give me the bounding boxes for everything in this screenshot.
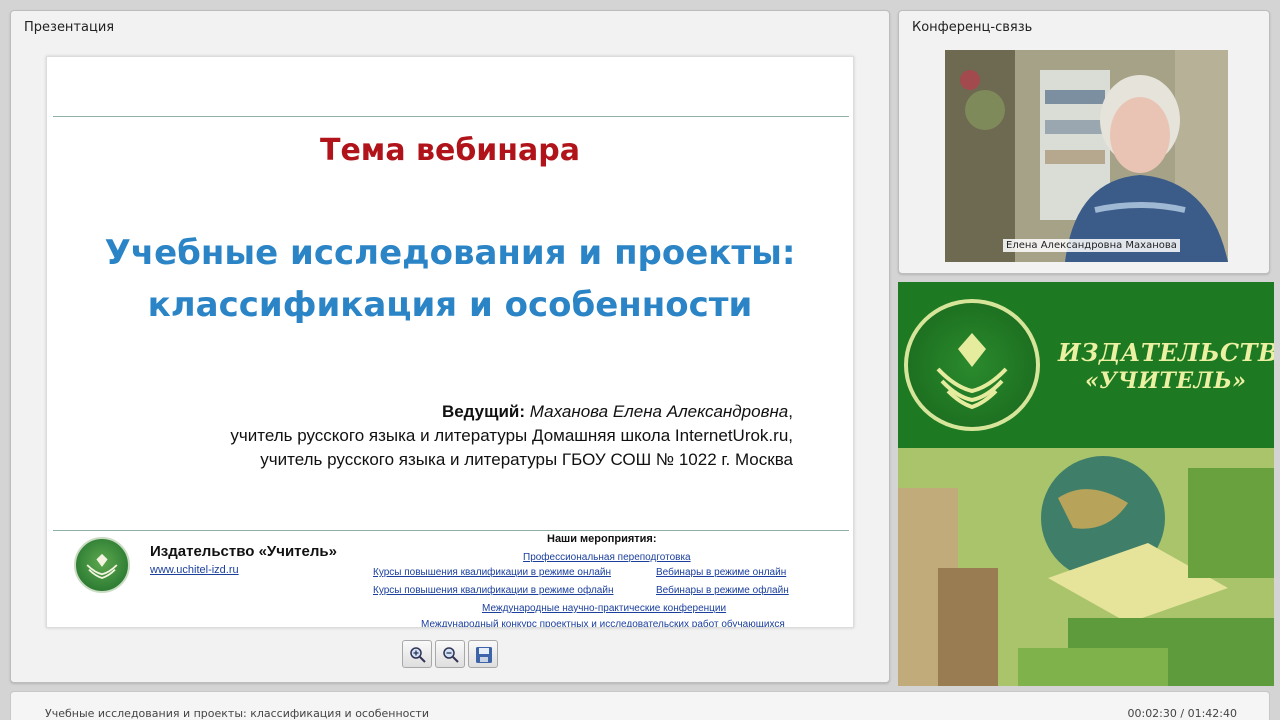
event-link-courses-offline[interactable]: Курсы повышения квалификации в режиме оф… xyxy=(373,585,613,596)
books-globe-image xyxy=(898,448,1274,686)
banner-books-image xyxy=(898,448,1274,686)
event-link-conferences[interactable]: Международные научно-практические конфер… xyxy=(482,603,726,614)
save-button[interactable] xyxy=(468,640,498,668)
zoom-in-icon xyxy=(410,647,426,663)
status-bar: Учебные исследования и проекты: классифи… xyxy=(10,691,1270,720)
banner-title-line-1: ИЗДАТЕЛЬСТВО xyxy=(1058,338,1274,367)
slide-subtitle-line-1: Учебные исследования и проекты: xyxy=(104,233,796,273)
host-name: Маханова Елена Александровна xyxy=(529,402,789,421)
zoom-in-button[interactable] xyxy=(402,640,432,668)
slide-subtitle-line-2: классификация и особенности xyxy=(147,285,753,325)
save-icon xyxy=(476,647,492,663)
zoom-out-button[interactable] xyxy=(435,640,465,668)
slide-host-info: Ведущий: Маханова Елена Александровна, у… xyxy=(230,400,793,472)
footer-site-link[interactable]: www.uchitel-izd.ru xyxy=(150,564,239,576)
open-book-icon xyxy=(86,553,118,579)
zoom-out-icon xyxy=(443,647,459,663)
event-link-webinars-offline[interactable]: Вебинары в режиме офлайн xyxy=(656,585,789,596)
host-label: Ведущий: xyxy=(441,402,526,421)
presentation-panel-title: Презентация xyxy=(24,20,115,35)
presentation-panel: Презентация Тема вебинара Учебные исслед… xyxy=(10,10,890,683)
conference-panel-title: Конференц-связь xyxy=(912,20,1033,35)
events-heading: Наши мероприятия: xyxy=(547,533,657,545)
webinar-title: Учебные исследования и проекты: классифи… xyxy=(45,707,429,720)
webcam-video: Елена Александровна Маханова xyxy=(945,50,1228,262)
banner-logo-emblem xyxy=(904,299,1040,431)
host-position-1: учитель русского языка и литературы Дома… xyxy=(230,426,793,445)
publisher-logo xyxy=(74,537,130,593)
slide-top-rule xyxy=(53,116,849,117)
event-link-retraining[interactable]: Профессиональная переподготовка xyxy=(523,552,691,563)
slide-title: Тема вебинара xyxy=(319,133,580,168)
event-link-webinars-online[interactable]: Вебинары в режиме онлайн xyxy=(656,567,786,578)
event-link-courses-online[interactable]: Курсы повышения квалификации в режиме он… xyxy=(373,567,611,578)
open-book-icon xyxy=(936,333,1008,410)
slide-bottom-rule xyxy=(53,530,849,531)
conference-panel: Конференц-связь Елена Александровна Маха… xyxy=(898,10,1270,274)
presentation-slide: Тема вебинара Учебные исследования и про… xyxy=(46,56,854,628)
banner-logo-area: ИЗДАТЕЛЬСТВО «УЧИТЕЛЬ» xyxy=(898,282,1274,448)
event-link-contest[interactable]: Международный конкурс проектных и исслед… xyxy=(421,619,785,627)
playback-time: 00:02:30 / 01:42:40 xyxy=(1127,707,1237,720)
slide-subtitle: Учебные исследования и проекты: классифи… xyxy=(67,227,833,331)
footer-publisher-name: Издательство «Учитель» xyxy=(150,543,337,560)
participant-name-label: Елена Александровна Маханова xyxy=(1003,239,1180,252)
publisher-banner: ИЗДАТЕЛЬСТВО «УЧИТЕЛЬ» xyxy=(898,282,1274,686)
host-position-2: учитель русского языка и литературы ГБОУ… xyxy=(260,450,793,469)
banner-title-line-2: «УЧИТЕЛЬ» xyxy=(1085,368,1247,394)
webcam-feed-image xyxy=(945,50,1228,262)
